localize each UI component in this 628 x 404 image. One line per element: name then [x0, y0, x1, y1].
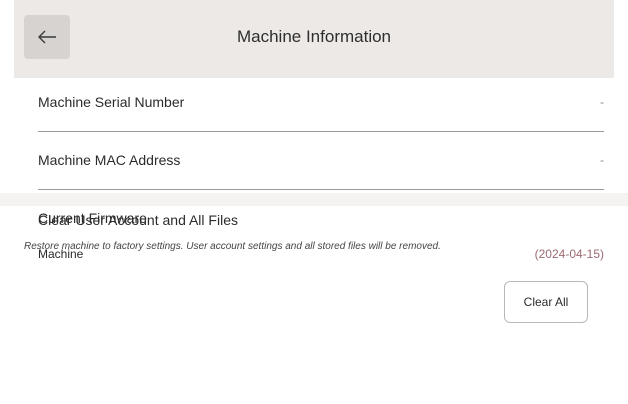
serial-number-value: -: [600, 95, 604, 109]
divider: [38, 189, 604, 190]
clear-account-heading: Clear User Account and All Files: [38, 212, 238, 228]
mac-address-label: Machine MAC Address: [38, 152, 181, 168]
page-title: Machine Information: [236, 27, 392, 46]
header-bar: Machine Information: [14, 0, 614, 78]
mac-address-row: Machine MAC Address -: [38, 152, 604, 168]
section-separator: [0, 193, 628, 206]
clear-account-description: Restore machine to factory settings. Use…: [24, 241, 441, 252]
serial-number-label: Machine Serial Number: [38, 94, 185, 110]
divider: [38, 131, 604, 132]
serial-number-row: Machine Serial Number -: [38, 94, 604, 110]
mac-address-value: -: [600, 153, 604, 167]
clear-all-button[interactable]: Clear All: [504, 281, 588, 323]
